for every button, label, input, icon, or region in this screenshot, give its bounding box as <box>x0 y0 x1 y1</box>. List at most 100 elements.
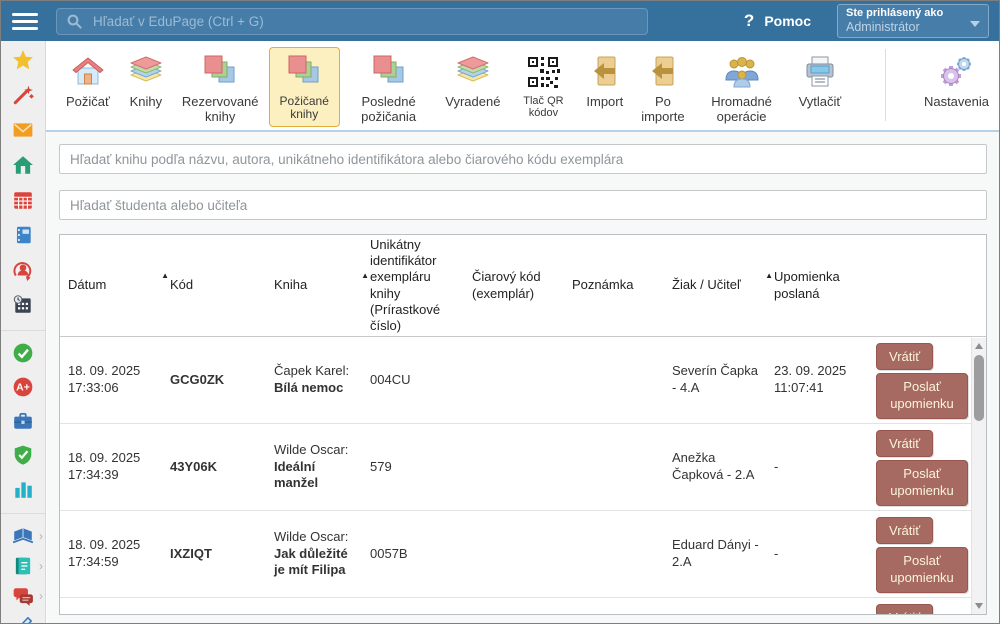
user-menu[interactable]: Ste prihlásený ako Administrátor <box>837 4 989 38</box>
toolbar-item-posledne-pozicania[interactable]: Posledné požičania <box>342 47 435 129</box>
toolbar-item-knihy[interactable]: Knihy <box>120 47 172 115</box>
magic-wand-icon <box>12 84 34 106</box>
scroll-up-icon[interactable] <box>975 343 983 349</box>
cell-person: Severín Čapka - 4.A <box>672 337 774 423</box>
column-header-datum[interactable]: Dátum ▲ <box>68 235 170 336</box>
star-icon <box>12 49 34 71</box>
shield-check-icon <box>12 444 34 466</box>
hamburger-menu-button[interactable] <box>12 9 38 34</box>
column-header-kod[interactable]: Kód <box>170 235 274 336</box>
search-icon <box>67 14 82 29</box>
library-icon <box>12 525 34 547</box>
toolbar-item-pozicane-knihy[interactable]: Požičané knihy <box>269 47 340 127</box>
column-header-ziak-ucitel[interactable]: Žiak / Učiteľ ▲ <box>672 235 774 336</box>
cell-date: 18. 09. 202517:34:59 <box>68 511 170 597</box>
cell-barcode <box>472 337 572 423</box>
layers-icon <box>455 52 491 92</box>
cards-icon <box>286 52 322 92</box>
toolbar-divider <box>885 49 886 121</box>
return-button[interactable]: Vrátiť <box>876 517 933 544</box>
briefcase-icon <box>12 410 34 432</box>
sidebar-item-sign[interactable] <box>1 616 45 623</box>
cards-icon <box>371 52 407 92</box>
sidebar-item-substitution[interactable] <box>1 260 45 280</box>
toolbar-item-hromadne-operacie[interactable]: Hromadné operácie <box>695 47 789 129</box>
cell-reminder: - <box>774 511 876 597</box>
schedule-clock-icon <box>12 294 34 316</box>
table-row: 18. 09. 202517:33:06 GCG0ZK Čapek Karel:… <box>60 337 986 424</box>
sidebar-item-timetable[interactable] <box>1 190 45 210</box>
return-button[interactable]: Vrátiť <box>876 343 933 370</box>
sidebar-item-messages[interactable] <box>1 120 45 140</box>
sidebar-item-star[interactable] <box>1 50 45 70</box>
toolbar-item-label: Rezervované knihy <box>182 95 259 124</box>
sidebar-item-wizard[interactable] <box>1 85 45 105</box>
return-button[interactable]: Vrátiť <box>876 604 933 615</box>
sidebar-item-documents[interactable]: › <box>1 556 45 576</box>
cell-code: GCG0ZK <box>170 337 274 423</box>
scroll-down-icon[interactable] <box>975 603 983 609</box>
main-content: Dátum ▲ Kód Kniha ▲ Unikátny identifikát… <box>47 132 999 623</box>
chevron-right-icon: › <box>39 560 43 572</box>
cell-book: Wilde Oscar:Ideální manžel <box>274 424 370 510</box>
send-reminder-button[interactable]: Poslať upomienku <box>876 460 968 506</box>
sidebar-divider <box>1 330 45 331</box>
toolbar-item-vytlacit[interactable]: Vytlačiť <box>791 47 850 115</box>
sidebar-item-grades[interactable]: A+ <box>1 377 45 397</box>
cell-date: 18. 09. 202517:33:06 <box>68 337 170 423</box>
toolbar-item-nastavenia[interactable]: Nastavenia <box>916 47 997 115</box>
column-header-kniha[interactable]: Kniha ▲ <box>274 235 370 336</box>
toolbar-item-label: Import <box>586 95 623 110</box>
sidebar-item-library[interactable]: › <box>1 526 45 546</box>
cell-reminder: 23. 09. 202511:07:41 <box>774 337 876 423</box>
toolbar-item-pozicat[interactable]: Požičať <box>58 47 118 115</box>
book-search-input[interactable] <box>59 144 987 174</box>
loans-table: Dátum ▲ Kód Kniha ▲ Unikátny identifikát… <box>59 234 987 615</box>
toolbar-item-import[interactable]: Import <box>578 47 631 115</box>
cell-book: Čapek Karel:Bílá nemoc <box>274 337 370 423</box>
person-sync-icon <box>12 259 34 281</box>
column-header-actions <box>876 235 986 336</box>
send-reminder-button[interactable]: Poslať upomienku <box>876 547 968 593</box>
chevron-right-icon: › <box>39 590 43 602</box>
cell-date: 18. 09. 202517:34:39 <box>68 424 170 510</box>
sidebar-item-communication[interactable]: › <box>1 586 45 606</box>
topbar: ? Pomoc Ste prihlásený ako Administrátor <box>1 1 999 41</box>
sidebar-item-attendance[interactable] <box>1 343 45 363</box>
cards-icon <box>202 52 238 92</box>
column-header-upomienka[interactable]: Upomienka poslaná <box>774 235 876 336</box>
toolbar-item-po-importe[interactable]: Po importe <box>633 47 692 129</box>
bar-chart-icon <box>12 478 34 500</box>
sidebar-item-agenda[interactable] <box>1 411 45 431</box>
sidebar-item-results[interactable] <box>1 479 45 499</box>
table-scrollbar[interactable] <box>971 338 986 614</box>
cell-code: 43Y06K <box>170 424 274 510</box>
home-icon <box>12 154 34 176</box>
global-search-input[interactable] <box>91 13 637 30</box>
cell-unique-id: 0057B <box>370 511 472 597</box>
send-reminder-button[interactable]: Poslať upomienku <box>876 373 968 419</box>
sidebar-item-notebook[interactable] <box>1 225 45 245</box>
sidebar-item-home[interactable] <box>1 155 45 175</box>
scrollbar-thumb[interactable] <box>974 355 984 421</box>
person-search-input[interactable] <box>59 190 987 220</box>
documents-icon <box>12 555 34 577</box>
column-header-unikatny-identifikator[interactable]: Unikátny identifikátor exempláru knihy (… <box>370 235 472 336</box>
people-icon <box>723 52 761 92</box>
cell-note <box>572 424 672 510</box>
toolbar-item-rezervovane-knihy[interactable]: Rezervované knihy <box>174 47 267 129</box>
envelope-icon <box>12 119 34 141</box>
toolbar-item-tlac-qr-kodov[interactable]: Tlač QR kódov <box>510 47 576 125</box>
toolbar-item-label: Vyradené <box>445 95 500 110</box>
toolbar-item-label: Posledné požičania <box>350 95 427 124</box>
sidebar-item-schedule[interactable] <box>1 295 45 315</box>
toolbar-item-vyradene[interactable]: Vyradené <box>437 47 508 115</box>
sidebar-item-security[interactable] <box>1 445 45 465</box>
column-header-ciarovy-kod[interactable]: Čiarový kód (exemplár) <box>472 235 572 336</box>
help-button[interactable]: ? Pomoc <box>744 11 811 31</box>
sort-asc-icon: ▲ <box>361 271 369 281</box>
chevron-down-icon <box>970 21 980 27</box>
cell-book: Wilde Oscar:Jak důležité je mít Filipa <box>274 511 370 597</box>
return-button[interactable]: Vrátiť <box>876 430 933 457</box>
column-header-poznamka[interactable]: Poznámka <box>572 235 672 336</box>
